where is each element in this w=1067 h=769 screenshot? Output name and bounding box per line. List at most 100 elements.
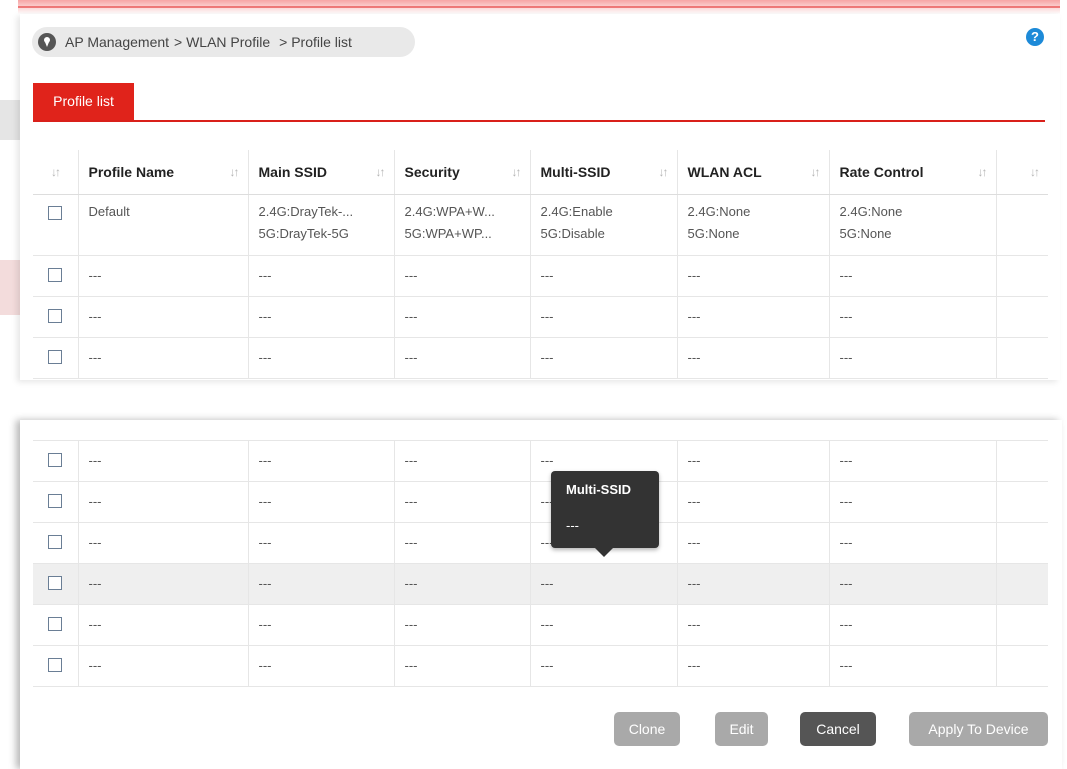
cell-multi-ssid: --- bbox=[530, 296, 678, 338]
cell-multi-ssid: --- bbox=[530, 645, 678, 687]
row-checkbox[interactable] bbox=[48, 267, 63, 282]
cell-main-ssid: --- bbox=[248, 255, 395, 297]
cell-rate-control: --- bbox=[829, 441, 997, 482]
cell-profile-name: Default bbox=[78, 194, 249, 256]
cell-main-ssid: --- bbox=[248, 296, 395, 338]
tab-underline bbox=[33, 120, 1045, 122]
sort-icon[interactable]: ↓↑ bbox=[978, 165, 988, 179]
sort-icon[interactable]: ↓↑ bbox=[659, 165, 669, 179]
sort-icon[interactable]: ↓↑ bbox=[811, 165, 821, 179]
row-checkbox[interactable] bbox=[48, 494, 63, 509]
sort-icon[interactable]: ↓↑ bbox=[230, 165, 240, 179]
cell-rate-control: --- bbox=[829, 337, 997, 379]
cell-rate-control: --- bbox=[829, 563, 997, 605]
column-header-wlan-acl[interactable]: WLAN ACL ↓↑ bbox=[677, 150, 830, 195]
row-checkbox[interactable] bbox=[48, 349, 63, 364]
row-select-cell bbox=[33, 255, 79, 297]
clone-button[interactable]: Clone bbox=[614, 712, 680, 746]
cell-wlan-acl: --- bbox=[677, 296, 830, 338]
cell-wlan-acl: --- bbox=[677, 563, 830, 605]
cell-profile-name: --- bbox=[78, 522, 249, 564]
cell-profile-name: --- bbox=[78, 563, 249, 605]
row-checkbox[interactable] bbox=[48, 453, 63, 468]
apply-to-device-button[interactable]: Apply To Device bbox=[909, 712, 1048, 746]
sort-icon[interactable]: ↓↑ bbox=[1030, 165, 1040, 179]
cell-wlan-acl: 2.4G:None 5G:None bbox=[677, 194, 830, 256]
cell-security: 2.4G:WPA+W... 5G:WPA+WP... bbox=[394, 194, 531, 256]
cell-profile-name: --- bbox=[78, 645, 249, 687]
table-row[interactable]: --- --- --- --- --- --- bbox=[33, 645, 1048, 687]
table-row[interactable]: --- --- --- --- --- --- bbox=[33, 296, 1048, 338]
background-fragment bbox=[0, 100, 20, 140]
cell-wlan-acl: --- bbox=[677, 604, 830, 646]
column-header-rate-control[interactable]: Rate Control ↓↑ bbox=[829, 150, 997, 195]
cell-rate-control: --- bbox=[829, 481, 997, 523]
cell-extra bbox=[996, 194, 1048, 256]
sort-icon[interactable]: ↓↑ bbox=[376, 165, 386, 179]
row-select-cell bbox=[33, 194, 79, 256]
cell-main-ssid: --- bbox=[248, 604, 395, 646]
row-select-cell bbox=[33, 645, 79, 687]
cell-multi-ssid: --- bbox=[530, 255, 678, 297]
column-header-main-ssid[interactable]: Main SSID ↓↑ bbox=[248, 150, 395, 195]
table-row[interactable]: --- --- --- --- --- --- bbox=[33, 522, 1048, 564]
row-select-cell bbox=[33, 563, 79, 605]
table-row[interactable]: --- --- --- --- --- --- bbox=[33, 255, 1048, 297]
location-pin-icon bbox=[38, 33, 56, 51]
cell-extra bbox=[996, 296, 1048, 338]
table-row[interactable]: --- --- --- --- --- --- bbox=[33, 337, 1048, 379]
table-header-row: ↓↑ Profile Name ↓↑ Main SSID ↓↑ Security ↓↑… bbox=[33, 150, 1048, 195]
cell-extra bbox=[996, 481, 1048, 523]
row-checkbox[interactable] bbox=[48, 658, 63, 673]
column-header-security[interactable]: Security ↓↑ bbox=[394, 150, 531, 195]
tab-profile-list[interactable]: Profile list bbox=[33, 83, 134, 120]
table-row[interactable]: --- --- --- --- --- --- bbox=[33, 441, 1048, 482]
cell-profile-name: --- bbox=[78, 296, 249, 338]
breadcrumb-item-ap-management[interactable]: AP Management bbox=[65, 34, 169, 50]
cell-security: --- bbox=[394, 481, 531, 523]
cell-extra bbox=[996, 645, 1048, 687]
cell-multi-ssid: --- bbox=[530, 604, 678, 646]
row-checkbox[interactable] bbox=[48, 205, 63, 220]
breadcrumb-item-wlan-profile[interactable]: > WLAN Profile bbox=[174, 34, 270, 50]
edit-button[interactable]: Edit bbox=[715, 712, 768, 746]
cell-rate-control: --- bbox=[829, 645, 997, 687]
cell-extra bbox=[996, 255, 1048, 297]
cell-wlan-acl: --- bbox=[677, 441, 830, 482]
column-header-extra[interactable]: ↓↑ bbox=[996, 150, 1048, 195]
row-checkbox[interactable] bbox=[48, 617, 63, 632]
profile-table-continued: --- --- --- --- --- --- --- --- --- --- … bbox=[33, 441, 1048, 687]
cancel-button[interactable]: Cancel bbox=[800, 712, 876, 746]
row-checkbox[interactable] bbox=[48, 535, 63, 550]
column-header-select[interactable]: ↓↑ bbox=[33, 150, 79, 195]
cell-main-ssid: --- bbox=[248, 522, 395, 564]
table-row-highlighted[interactable]: --- --- --- --- --- --- bbox=[33, 563, 1048, 605]
row-checkbox[interactable] bbox=[48, 308, 63, 323]
column-header-profile-name[interactable]: Profile Name ↓↑ bbox=[78, 150, 249, 195]
row-select-cell bbox=[33, 522, 79, 564]
row-select-cell bbox=[33, 296, 79, 338]
table-row[interactable]: --- --- --- --- --- --- bbox=[33, 481, 1048, 523]
cell-security: --- bbox=[394, 522, 531, 564]
cell-main-ssid: 2.4G:DrayTek-... 5G:DrayTek-5G bbox=[248, 194, 395, 256]
sort-icon[interactable]: ↓↑ bbox=[51, 165, 61, 179]
table-row[interactable]: --- --- --- --- --- --- bbox=[33, 604, 1048, 646]
row-checkbox[interactable] bbox=[48, 576, 63, 591]
cell-profile-name: --- bbox=[78, 441, 249, 482]
sort-icon[interactable]: ↓↑ bbox=[512, 165, 522, 179]
cell-extra bbox=[996, 441, 1048, 482]
row-select-cell bbox=[33, 604, 79, 646]
cell-extra bbox=[996, 604, 1048, 646]
cell-main-ssid: --- bbox=[248, 441, 395, 482]
cell-wlan-acl: --- bbox=[677, 255, 830, 297]
column-header-multi-ssid[interactable]: Multi-SSID ↓↑ bbox=[530, 150, 678, 195]
cell-multi-ssid: --- bbox=[530, 337, 678, 379]
cell-profile-name: --- bbox=[78, 604, 249, 646]
cell-security: --- bbox=[394, 563, 531, 605]
question-circle-icon[interactable]: ? bbox=[1026, 28, 1044, 46]
table-row[interactable]: Default 2.4G:DrayTek-... 5G:DrayTek-5G 2.… bbox=[33, 194, 1048, 256]
cell-main-ssid: --- bbox=[248, 481, 395, 523]
cell-profile-name: --- bbox=[78, 337, 249, 379]
cell-profile-name: --- bbox=[78, 481, 249, 523]
top-accent-line bbox=[18, 0, 1060, 14]
